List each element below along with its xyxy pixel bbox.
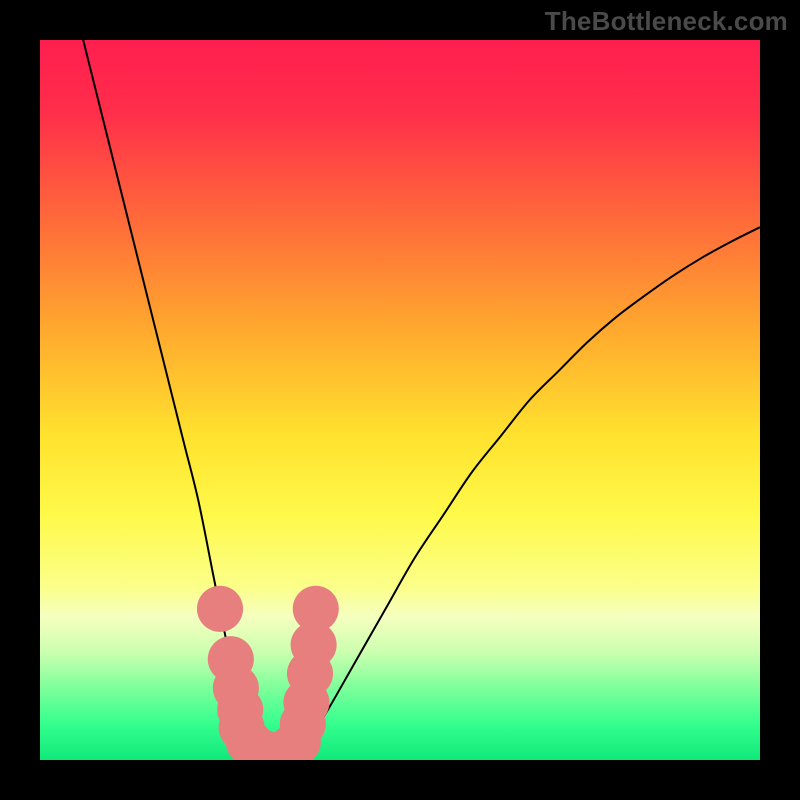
highlight-marker <box>293 586 339 632</box>
chart-frame: TheBottleneck.com <box>0 0 800 800</box>
highlight-marker <box>197 586 243 632</box>
chart-svg <box>40 40 760 760</box>
watermark-text: TheBottleneck.com <box>545 6 788 37</box>
gradient-background <box>40 40 760 760</box>
plot-area <box>40 40 760 760</box>
